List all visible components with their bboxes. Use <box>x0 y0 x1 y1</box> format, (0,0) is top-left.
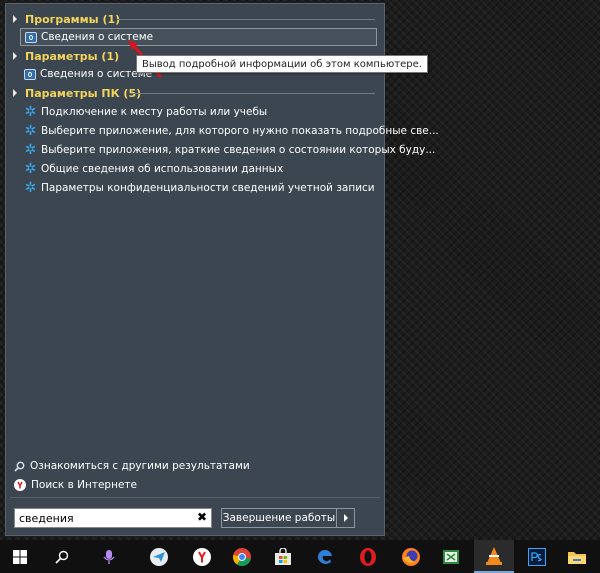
system-info-icon <box>24 68 36 80</box>
opera-app[interactable] <box>348 540 388 573</box>
expand-arrow-icon <box>13 52 17 60</box>
tooltip: Вывод подробной информации об этом компь… <box>136 55 428 73</box>
result-pc-setting[interactable]: ✲ Выберите приложения, краткие сведения … <box>24 141 436 159</box>
vlc-app[interactable] <box>474 540 514 573</box>
taskbar-search-button[interactable] <box>42 540 82 573</box>
paper-plane-icon <box>150 547 168 566</box>
telegram-app[interactable] <box>139 540 179 573</box>
result-label: Параметры конфиденциальности сведений уч… <box>41 182 375 194</box>
result-pc-setting[interactable]: ✲ Выберите приложение, для которого нужн… <box>24 122 439 140</box>
firefox-app[interactable] <box>391 540 431 573</box>
yandex-browser-app[interactable] <box>182 540 222 573</box>
edge-icon <box>317 549 332 564</box>
group-divider <box>117 19 375 20</box>
system-info-icon <box>25 31 37 43</box>
magnifier-icon <box>14 461 25 472</box>
store-app[interactable] <box>263 540 303 573</box>
shutdown-options-button[interactable] <box>336 508 355 528</box>
result-pc-setting[interactable]: ✲ Параметры конфиденциальности сведений … <box>24 179 375 197</box>
start-button[interactable] <box>0 540 40 573</box>
shutdown-button[interactable]: Завершение работы <box>221 508 355 528</box>
more-results-label: Ознакомиться с другими результатами <box>30 460 250 472</box>
group-title: Параметры (1) <box>25 49 120 63</box>
result-pc-setting[interactable]: ✲ Подключение к месту работы или учебы <box>24 103 268 121</box>
taskbar <box>0 540 600 573</box>
edge-app[interactable] <box>305 540 345 573</box>
group-title: Параметры ПК (5) <box>25 86 142 100</box>
chrome-icon <box>232 547 251 566</box>
photoshop-icon <box>528 547 546 566</box>
group-header-programs[interactable]: Программы (1) <box>13 11 375 27</box>
gear-icon: ✲ <box>24 141 37 158</box>
chevron-right-icon <box>343 514 348 522</box>
opera-icon <box>360 547 376 566</box>
menu-divider <box>10 497 380 498</box>
windows-start-icon <box>13 549 27 564</box>
tooltip-text: Вывод подробной информации об этом компь… <box>142 58 422 70</box>
file-explorer-app[interactable] <box>557 540 597 573</box>
file-explorer-icon <box>568 551 586 564</box>
vlc-icon <box>486 546 502 565</box>
yandex-icon <box>14 479 26 491</box>
result-label: Выберите приложения, краткие сведения о … <box>41 144 436 156</box>
spreadsheet-app[interactable] <box>431 540 471 573</box>
yandex-browser-icon <box>193 547 211 566</box>
group-header-settings[interactable]: Параметры (1) <box>13 48 119 64</box>
cortana-icon <box>103 549 115 564</box>
cortana-button[interactable] <box>89 540 129 573</box>
gear-icon: ✲ <box>24 103 37 120</box>
gear-icon: ✲ <box>24 122 37 139</box>
result-system-info-program[interactable]: Сведения о системе <box>20 28 377 46</box>
group-divider <box>131 93 375 94</box>
photoshop-app[interactable] <box>517 540 557 573</box>
start-menu: Программы (1) Сведения о системе Парамет… <box>5 3 439 536</box>
result-label: Подключение к месту работы или учебы <box>41 106 268 118</box>
chrome-app[interactable] <box>222 540 262 573</box>
gear-icon: ✲ <box>24 179 37 196</box>
more-results-link[interactable]: Ознакомиться с другими результатами <box>14 458 250 474</box>
firefox-icon <box>402 547 420 566</box>
gear-icon: ✲ <box>24 160 37 177</box>
web-search-label: Поиск в Интернете <box>31 479 137 491</box>
store-icon <box>275 547 291 565</box>
spreadsheet-icon <box>443 549 459 564</box>
search-icon <box>55 550 69 564</box>
group-title: Программы (1) <box>25 12 121 26</box>
result-label: Общие сведения об использовании данных <box>41 163 284 175</box>
clear-search-icon[interactable]: ✖ <box>197 510 207 524</box>
group-header-pc-settings[interactable]: Параметры ПК (5) <box>13 85 375 101</box>
shutdown-label: Завершение работы <box>222 512 336 524</box>
expand-arrow-icon <box>13 15 17 23</box>
result-pc-setting[interactable]: ✲ Общие сведения об использовании данных <box>24 160 284 178</box>
search-input[interactable] <box>15 511 193 525</box>
web-search-link[interactable]: Поиск в Интернете <box>14 477 137 493</box>
result-label: Выберите приложение, для которого нужно … <box>41 125 439 137</box>
search-box[interactable]: ✖ <box>14 508 212 528</box>
expand-arrow-icon <box>13 89 17 97</box>
